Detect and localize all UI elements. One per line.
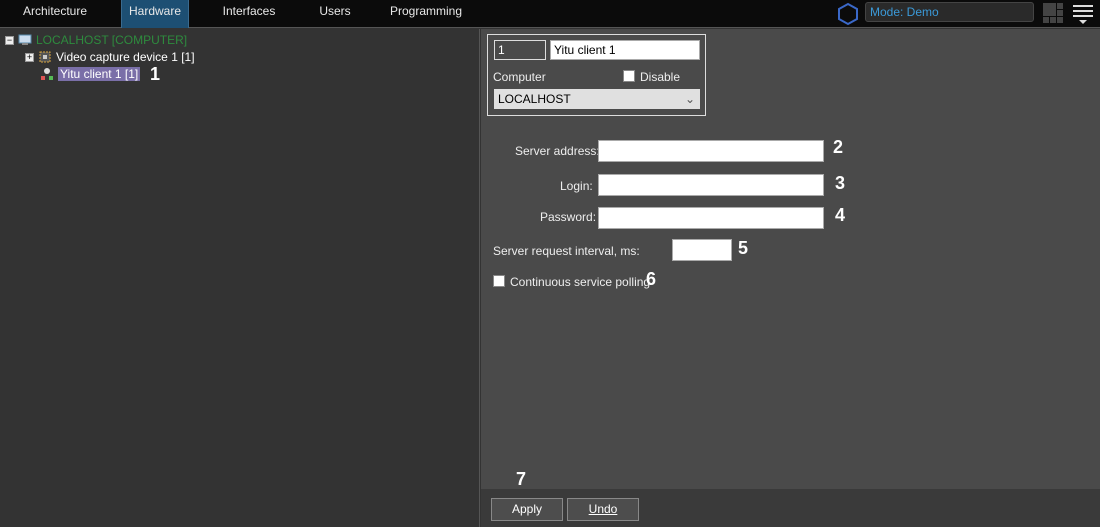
password-label: Password: xyxy=(540,210,597,224)
callout-7: 7 xyxy=(516,469,527,489)
callout-3: 3 xyxy=(835,173,846,193)
hardware-tree: − LOCALHOST [COMPUTER] + Video capture d… xyxy=(0,29,480,527)
polling-label: Continuous service polling xyxy=(510,275,651,289)
continuous-polling-checkbox[interactable] xyxy=(493,275,505,287)
chip-icon xyxy=(39,51,51,63)
chevron-down-icon: ⌄ xyxy=(684,92,695,106)
undo-button[interactable]: Undo xyxy=(567,498,639,521)
name-field[interactable] xyxy=(550,40,700,60)
computer-icon xyxy=(18,34,32,45)
tab-programming[interactable]: Programming xyxy=(390,0,462,28)
tab-architecture[interactable]: Architecture xyxy=(10,0,100,28)
tree-label: LOCALHOST [COMPUTER] xyxy=(36,33,188,47)
callout-2: 2 xyxy=(833,137,844,157)
mode-field[interactable]: Mode: Demo xyxy=(865,2,1034,22)
callout-4: 4 xyxy=(835,205,846,225)
network-client-icon xyxy=(41,68,53,80)
menu-icon[interactable] xyxy=(1073,5,1093,28)
tab-users[interactable]: Users xyxy=(310,0,360,28)
callout-6: 6 xyxy=(646,269,657,289)
tree-item-video-capture[interactable]: + Video capture device 1 [1] xyxy=(25,50,195,64)
disable-label: Disable xyxy=(640,70,681,84)
tree-item-yitu-client[interactable]: Yitu client 1 [1] xyxy=(40,67,141,81)
top-bar: Architecture Hardware Interfaces Users P… xyxy=(0,0,1100,28)
tree-label-selected: Yitu client 1 [1] xyxy=(58,67,141,81)
interval-label: Server request interval, ms: xyxy=(493,244,640,258)
login-input[interactable] xyxy=(598,174,824,196)
tree-label: Video capture device 1 [1] xyxy=(56,50,195,64)
callout-1: 1 xyxy=(150,64,161,84)
apply-button[interactable]: Apply xyxy=(491,498,563,521)
hexagon-icon[interactable] xyxy=(836,2,860,26)
login-label: Login: xyxy=(560,179,593,193)
settings-panel: Computer Disable LOCALHOST ⌄ Server addre… xyxy=(481,29,1100,489)
action-bar: Apply Undo xyxy=(481,489,1100,527)
tree-item-localhost[interactable]: − LOCALHOST [COMPUTER] xyxy=(5,33,187,47)
collapse-icon[interactable]: − xyxy=(5,35,14,45)
id-field[interactable] xyxy=(494,40,546,60)
disable-checkbox[interactable] xyxy=(623,70,635,82)
interval-input[interactable] xyxy=(672,239,732,261)
expand-icon[interactable]: + xyxy=(25,52,34,62)
computer-select-value: LOCALHOST xyxy=(498,92,571,106)
server-address-label: Server address: xyxy=(515,144,600,158)
server-address-input[interactable] xyxy=(598,140,824,162)
computer-label: Computer xyxy=(493,70,546,84)
password-input[interactable] xyxy=(598,207,824,229)
layout-grid-icon[interactable] xyxy=(1043,3,1063,23)
computer-select[interactable]: LOCALHOST ⌄ xyxy=(494,89,700,109)
object-card: Computer Disable LOCALHOST ⌄ xyxy=(487,34,706,116)
tab-hardware[interactable]: Hardware xyxy=(121,0,189,28)
callout-5: 5 xyxy=(738,238,749,258)
tab-interfaces[interactable]: Interfaces xyxy=(214,0,284,28)
